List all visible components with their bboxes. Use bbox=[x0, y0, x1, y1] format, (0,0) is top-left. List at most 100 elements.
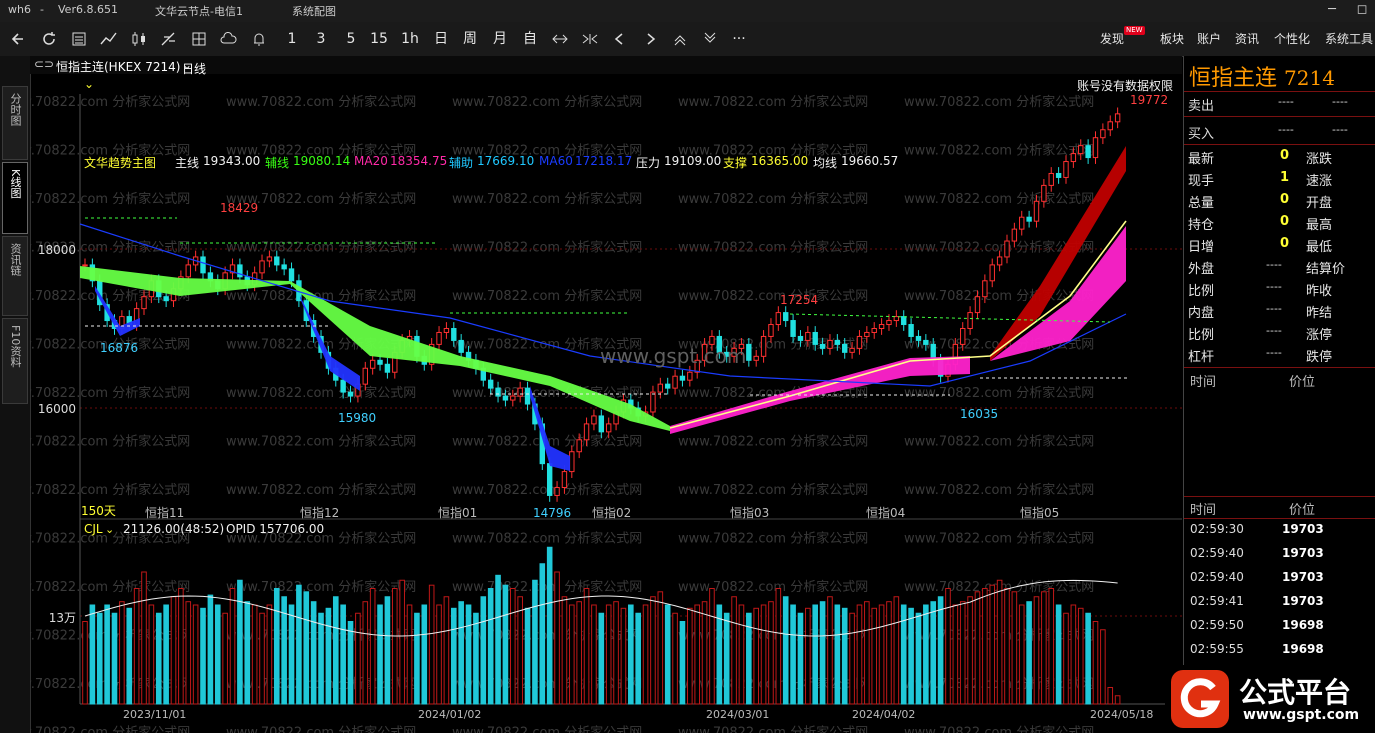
zoom-out-icon[interactable] bbox=[581, 28, 599, 50]
candle bbox=[805, 331, 811, 341]
logo-text: 公式平台 bbox=[1239, 676, 1352, 709]
watermark-text: www.70822.com 分析家公式网 bbox=[904, 94, 1094, 110]
tab-news-chain[interactable]: 资讯链 bbox=[2, 236, 28, 316]
candle bbox=[893, 316, 900, 322]
line-chart-icon[interactable] bbox=[100, 28, 118, 50]
quote-row-value: ---- bbox=[1266, 324, 1282, 337]
candle bbox=[1100, 129, 1106, 139]
candle bbox=[141, 296, 147, 310]
volume-bar bbox=[214, 604, 221, 705]
arrow-left-icon[interactable] bbox=[611, 28, 629, 50]
volume-bar bbox=[82, 621, 88, 705]
menu-news[interactable]: 资讯 bbox=[1235, 30, 1259, 47]
back-icon[interactable] bbox=[10, 28, 28, 50]
watermark-center: www.gspt.com bbox=[600, 344, 746, 368]
candle bbox=[369, 359, 376, 369]
month-label: 恒指01 bbox=[438, 505, 477, 520]
period-15min-button[interactable]: 15 bbox=[370, 28, 388, 50]
menu-personalize[interactable]: 个性化 bbox=[1274, 30, 1310, 47]
tick-price: 19703 bbox=[1282, 546, 1324, 560]
candle bbox=[672, 375, 678, 389]
date-label: 2024/05/18 bbox=[1090, 708, 1153, 721]
candle bbox=[775, 312, 782, 326]
period-3min-button[interactable]: 3 bbox=[312, 28, 330, 50]
zoom-in-icon[interactable] bbox=[551, 28, 569, 50]
volume-bar bbox=[886, 601, 892, 705]
period-1min-button[interactable]: 1 bbox=[283, 28, 301, 50]
arrow-right-icon[interactable] bbox=[641, 28, 659, 50]
kline-chart[interactable]: www.70822.com 分析家公式网 www.70822.com 分析家公式网… bbox=[30, 56, 1182, 733]
volume-bar bbox=[133, 588, 140, 705]
volume-bar bbox=[1004, 588, 1010, 705]
system-chart-label[interactable]: 系统配图 bbox=[292, 3, 336, 19]
watermark-text: www.70822.com 分析家公式网 bbox=[30, 434, 190, 450]
tick-time: 02:59:41 bbox=[1190, 594, 1244, 608]
period-month-button[interactable]: 月 bbox=[491, 28, 509, 50]
volume-bar bbox=[650, 596, 656, 705]
more-button[interactable]: ··· bbox=[730, 28, 748, 50]
volume-bar bbox=[384, 596, 391, 705]
volume-bar bbox=[945, 588, 951, 705]
alarm-bell-icon[interactable] bbox=[250, 28, 268, 50]
candle bbox=[783, 312, 789, 322]
candle bbox=[200, 256, 206, 274]
draw-tool-icon[interactable] bbox=[160, 28, 178, 50]
watermark-text: www.70822.com 分析家公式网 bbox=[678, 434, 868, 450]
logo-url: www.gspt.com bbox=[1243, 707, 1360, 723]
volume-bar bbox=[303, 591, 310, 705]
volume-bar bbox=[340, 604, 346, 705]
volume-bar bbox=[185, 601, 192, 705]
server-name: 文华云节点-电信1 bbox=[155, 5, 243, 18]
volume-bar bbox=[414, 612, 420, 705]
month-label: 恒指02 bbox=[592, 505, 631, 520]
period-1h-button[interactable]: 1h bbox=[401, 28, 419, 50]
date-label: 2023/11/01 bbox=[123, 708, 186, 721]
tab-timeshare[interactable]: 分时图 bbox=[2, 86, 28, 160]
period-week-button[interactable]: 周 bbox=[461, 28, 479, 50]
tab-f10[interactable]: F10资料 bbox=[2, 318, 28, 404]
volume-bar bbox=[1041, 591, 1047, 705]
tab-kline[interactable]: K线图 bbox=[2, 162, 28, 234]
volume-bar bbox=[229, 588, 236, 705]
menu-account[interactable]: 账户 bbox=[1197, 30, 1221, 47]
period-custom-button[interactable]: 自 bbox=[521, 28, 539, 50]
volume-bar bbox=[613, 601, 619, 705]
volume-bar bbox=[391, 588, 398, 705]
volume-bar bbox=[473, 612, 479, 705]
candle bbox=[1092, 137, 1099, 159]
cloud-icon[interactable] bbox=[220, 28, 238, 50]
volume-bar bbox=[104, 604, 110, 705]
candle bbox=[657, 383, 664, 393]
col-price-header: 价位 bbox=[1289, 375, 1316, 390]
price-annotation: 17254 bbox=[780, 293, 818, 307]
candle bbox=[487, 379, 494, 389]
candle bbox=[458, 339, 464, 353]
buy-price: ---- bbox=[1278, 123, 1294, 136]
candle bbox=[1041, 184, 1047, 202]
arrow-up-icon[interactable] bbox=[671, 28, 689, 50]
candle bbox=[753, 355, 759, 361]
restore-button[interactable]: ◻ bbox=[1347, 0, 1375, 22]
candle bbox=[989, 264, 995, 282]
quote-row-right-label: 最低 bbox=[1306, 240, 1333, 255]
arrow-down-icon[interactable] bbox=[701, 28, 719, 50]
minimize-button[interactable]: ─ bbox=[1317, 0, 1347, 22]
volume-bar bbox=[635, 612, 641, 705]
candle-icon[interactable] bbox=[130, 28, 148, 50]
menu-system-tools[interactable]: 系统工具 bbox=[1325, 30, 1373, 47]
quote-row-value: 0 bbox=[1280, 148, 1290, 163]
menu-sector[interactable]: 板块 bbox=[1160, 30, 1184, 47]
volume-bar bbox=[967, 596, 973, 705]
candle bbox=[598, 415, 605, 433]
refresh-icon[interactable] bbox=[40, 28, 58, 50]
period-day-button[interactable]: 日 bbox=[432, 28, 450, 50]
list-icon[interactable] bbox=[70, 28, 88, 50]
volume-bar bbox=[502, 584, 509, 705]
price-annotation: 18429 bbox=[220, 201, 258, 215]
volume-bar bbox=[628, 604, 634, 705]
volume-bar bbox=[989, 584, 996, 705]
grid-icon[interactable] bbox=[190, 28, 208, 50]
period-5min-button[interactable]: 5 bbox=[342, 28, 360, 50]
quote-row-label: 总量 bbox=[1188, 196, 1215, 211]
menu-discover[interactable]: 发现 bbox=[1100, 30, 1124, 47]
